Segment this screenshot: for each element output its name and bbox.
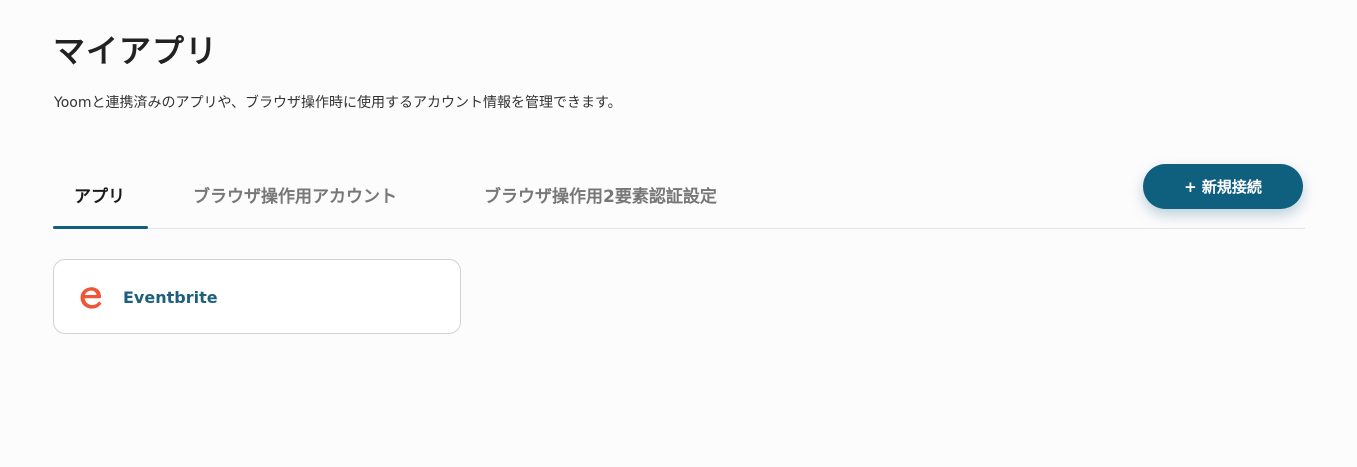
my-apps-page: マイアプリ Yoomと連携済みのアプリや、ブラウザ操作時に使用するアカウント情報…	[0, 0, 1357, 467]
app-card-eventbrite[interactable]: Eventbrite	[53, 259, 461, 334]
tab-bar: アプリ ブラウザ操作用アカウント ブラウザ操作用2要素認証設定	[53, 164, 1305, 229]
new-connection-button[interactable]: + 新規接続	[1143, 164, 1303, 209]
page-description: Yoomと連携済みのアプリや、ブラウザ操作時に使用するアカウント情報を管理できま…	[54, 95, 622, 111]
eventbrite-logo-icon	[80, 287, 102, 309]
tab-browser-accounts[interactable]: ブラウザ操作用アカウント	[193, 182, 397, 226]
page-title: マイアプリ	[53, 32, 219, 70]
tab-browser-2fa-settings-label: ブラウザ操作用2要素認証設定	[484, 187, 717, 207]
tab-browser-2fa-settings[interactable]: ブラウザ操作用2要素認証設定	[484, 182, 717, 226]
tab-apps-label: アプリ	[74, 187, 125, 207]
tab-browser-accounts-label: ブラウザ操作用アカウント	[193, 187, 397, 207]
active-tab-indicator	[53, 226, 148, 229]
app-name: Eventbrite	[123, 288, 218, 307]
tab-apps[interactable]: アプリ	[74, 182, 125, 226]
